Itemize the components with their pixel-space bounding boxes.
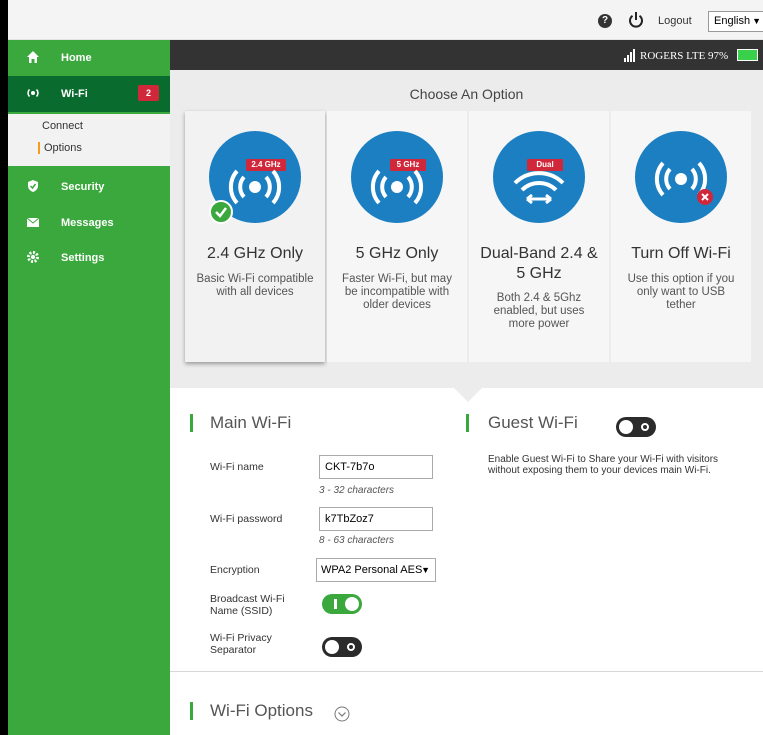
window-edge [0,0,8,735]
sidebar-item-settings[interactable]: Settings [8,240,170,276]
option-description: Both 2.4 & 5Ghz enabled, but uses more p… [493,292,585,330]
broadcast-ssid-label: Broadcast Wi-Fi Name (SSID) [210,593,285,617]
guest-wifi-toggle[interactable] [616,417,656,437]
wifi-name-label: Wi-Fi name [210,461,264,473]
wifi-password-label: Wi-Fi password [210,513,283,525]
shield-icon [28,180,38,192]
encryption-select[interactable]: WPA2 Personal AES ▼ [316,558,436,582]
top-bar: ? Logout English ▼ [8,0,763,40]
encryption-value: WPA2 Personal AES [321,564,423,576]
section-accent [466,414,469,432]
gear-icon [27,251,39,263]
option-title: Dual-Band 2.4 & 5 GHz [480,245,598,282]
wifi-password-hint: 8 - 63 characters [319,535,395,546]
section-divider [170,671,763,672]
choose-option-title: Choose An Option [409,86,524,102]
envelope-icon [26,217,40,227]
wifi-off-icon [635,131,727,223]
home-icon [27,51,39,63]
band-tag: 2.4 GHz [251,160,281,169]
option-description: Basic Wi-Fi compatible with all devices [196,273,314,298]
encryption-label: Encryption [210,564,260,576]
option-title: Turn Off Wi-Fi [631,245,731,262]
option-title: 2.4 GHz Only [206,245,304,262]
wifi-dual-band-icon: Dual [493,131,585,223]
logout-link[interactable]: Logout [658,15,692,27]
main-wifi-title: Main Wi-Fi [210,413,292,432]
band-tag: 5 GHz [396,160,420,169]
option-card-2ghz[interactable]: 2.4 GHz 2.4 GHz Only Basic Wi-Fi compati… [185,111,325,362]
wifi-password-input[interactable]: k7TbZoz7 [319,507,433,531]
language-value: English [714,15,751,27]
option-card-turn-off[interactable]: Turn Off Wi-Fi Use this option if you on… [611,111,751,362]
wifi-subnav: Connect Options [8,114,170,166]
wifi-name-input[interactable]: CKT-7b7o [319,455,433,479]
wifi-mode-options: Choose An Option 2.4 GHz 2.4 GHz Only Ba… [170,70,763,388]
guest-wifi-description: Enable Guest Wi-Fi to Share your Wi-Fi w… [488,454,719,476]
checkmark-icon [209,200,233,224]
help-icon[interactable]: ? [598,14,612,28]
sidebar-item-label: Messages [61,217,114,229]
status-bar: ROGERS LTE 97% [170,40,763,70]
option-description: Faster Wi-Fi, but may be incompatible wi… [342,273,452,311]
sidebar-item-security[interactable]: Security [8,169,170,205]
sidebar-item-label: Security [61,181,105,193]
option-card-5ghz[interactable]: 5 GHz 5 GHz Only Faster Wi-Fi, but may b… [327,111,467,362]
power-icon[interactable] [628,11,644,29]
sidebar-item-label: Settings [61,252,105,264]
chevron-down-icon: ▼ [421,565,430,575]
sidebar-item-home[interactable]: Home [8,40,170,76]
section-accent [190,702,193,720]
selection-pointer [454,388,482,402]
band-tag: Dual [536,160,554,169]
section-accent [190,414,193,432]
privacy-separator-toggle[interactable] [322,637,362,657]
language-select[interactable]: English ▼ [708,11,763,32]
broadcast-ssid-toggle[interactable] [322,594,362,614]
battery-icon [737,49,758,61]
option-description: Use this option if you only want to USB … [627,273,735,311]
guest-wifi-title: Guest Wi-Fi [488,413,578,432]
sidebar-item-label: Wi-Fi [61,88,88,100]
subnav-item-connect[interactable]: Connect [38,120,83,132]
chevron-down-icon[interactable] [334,706,350,722]
privacy-separator-label: Wi-Fi Privacy Separator [210,632,272,656]
wifi-name-hint: 3 - 32 characters [319,485,395,496]
subnav-item-options[interactable]: Options [38,142,82,154]
sidebar-item-messages[interactable]: Messages [8,205,170,241]
chevron-down-icon: ▼ [752,16,761,26]
wifi-5ghz-icon: 5 GHz [351,131,443,223]
sidebar: Home Wi-Fi 2 Connect Options Security Me… [8,40,170,735]
router-admin-page: ? Logout English ▼ Home Wi-Fi 2 Connect … [0,0,763,735]
signal-icon [624,49,638,62]
wifi-options-title[interactable]: Wi-Fi Options [210,701,313,721]
sidebar-item-label: Home [61,52,92,64]
option-card-dual-band[interactable]: Dual Dual-Band 2.4 & 5 GHz Both 2.4 & 5G… [469,111,609,362]
option-title: 5 GHz Only [355,245,439,262]
sidebar-item-wifi[interactable]: Wi-Fi 2 [8,76,170,112]
notification-badge: 2 [138,85,159,101]
carrier-status: ROGERS LTE 97% [640,50,729,62]
wifi-icon [27,88,39,98]
